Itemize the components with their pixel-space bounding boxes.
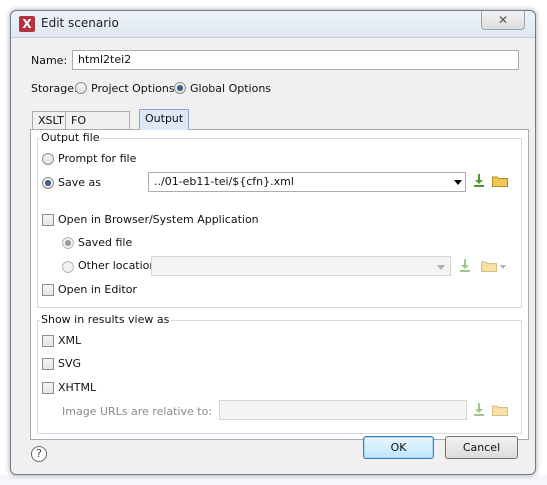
- insert-editor-variables-icon[interactable]: [473, 403, 485, 417]
- help-icon[interactable]: ?: [31, 446, 47, 462]
- prompt-for-file-radio[interactable]: [42, 153, 54, 165]
- tab-fo-processor[interactable]: FO Processor: [65, 111, 130, 140]
- folder-icon[interactable]: [492, 175, 508, 187]
- svg-checkbox[interactable]: [42, 358, 54, 370]
- app-icon: X: [19, 16, 35, 32]
- open-in-browser-checkbox[interactable]: [42, 214, 54, 226]
- name-input[interactable]: html2tei2: [72, 50, 519, 70]
- xhtml-checkbox[interactable]: [42, 382, 54, 394]
- svg-label[interactable]: SVG: [58, 357, 81, 370]
- open-in-editor-label[interactable]: Open in Editor: [58, 283, 137, 296]
- save-as-combo[interactable]: ../01-eb11-tei/${cfn}.xml: [148, 172, 466, 192]
- open-in-browser-label[interactable]: Open in Browser/System Application: [58, 213, 259, 226]
- titlebar: X Edit scenario ✕: [11, 11, 535, 38]
- output-tab-panel: Output file Prompt for file Save as ../0…: [30, 129, 529, 440]
- cancel-button[interactable]: Cancel: [445, 436, 518, 459]
- tab-output[interactable]: Output: [139, 109, 190, 130]
- save-as-radio[interactable]: [42, 177, 54, 189]
- dialog-title: Edit scenario: [41, 16, 119, 30]
- chevron-down-icon[interactable]: [500, 265, 506, 269]
- xml-checkbox[interactable]: [42, 335, 54, 347]
- storage-label: Storage:: [31, 82, 78, 95]
- save-as-value: ../01-eb11-tei/${cfn}.xml: [154, 175, 294, 188]
- chevron-down-icon[interactable]: [454, 180, 462, 185]
- output-file-group-label: Output file: [40, 131, 101, 144]
- insert-editor-variables-icon[interactable]: [473, 174, 485, 188]
- saved-file-radio[interactable]: [62, 237, 74, 249]
- folder-icon[interactable]: [492, 404, 508, 416]
- open-in-editor-checkbox[interactable]: [42, 284, 54, 296]
- save-as-label[interactable]: Save as: [58, 176, 101, 189]
- background-window-bottom: [0, 475, 547, 485]
- project-options-radio[interactable]: [75, 82, 87, 94]
- other-location-label[interactable]: Other location: [78, 259, 156, 272]
- ok-button[interactable]: OK: [363, 436, 434, 459]
- image-urls-label: Image URLs are relative to:: [62, 405, 213, 418]
- global-options-label[interactable]: Global Options: [190, 82, 271, 95]
- chevron-down-icon[interactable]: [437, 265, 445, 270]
- other-location-radio[interactable]: [62, 261, 74, 273]
- xhtml-label[interactable]: XHTML: [58, 381, 96, 394]
- name-label: Name:: [31, 54, 68, 67]
- project-options-label[interactable]: Project Options: [91, 82, 175, 95]
- results-view-group-label: Show in results view as: [40, 313, 171, 326]
- other-location-combo[interactable]: [151, 256, 451, 276]
- prompt-for-file-label[interactable]: Prompt for file: [58, 152, 136, 165]
- global-options-radio[interactable]: [174, 82, 186, 94]
- xml-label[interactable]: XML: [58, 334, 81, 347]
- image-urls-input[interactable]: [219, 400, 467, 420]
- edit-scenario-dialog: X Edit scenario ✕ Name: html2tei2 Storag…: [10, 10, 536, 475]
- insert-editor-variables-icon[interactable]: [459, 259, 471, 273]
- saved-file-label[interactable]: Saved file: [78, 236, 132, 249]
- folder-icon[interactable]: [481, 260, 497, 272]
- close-icon[interactable]: ✕: [481, 11, 525, 30]
